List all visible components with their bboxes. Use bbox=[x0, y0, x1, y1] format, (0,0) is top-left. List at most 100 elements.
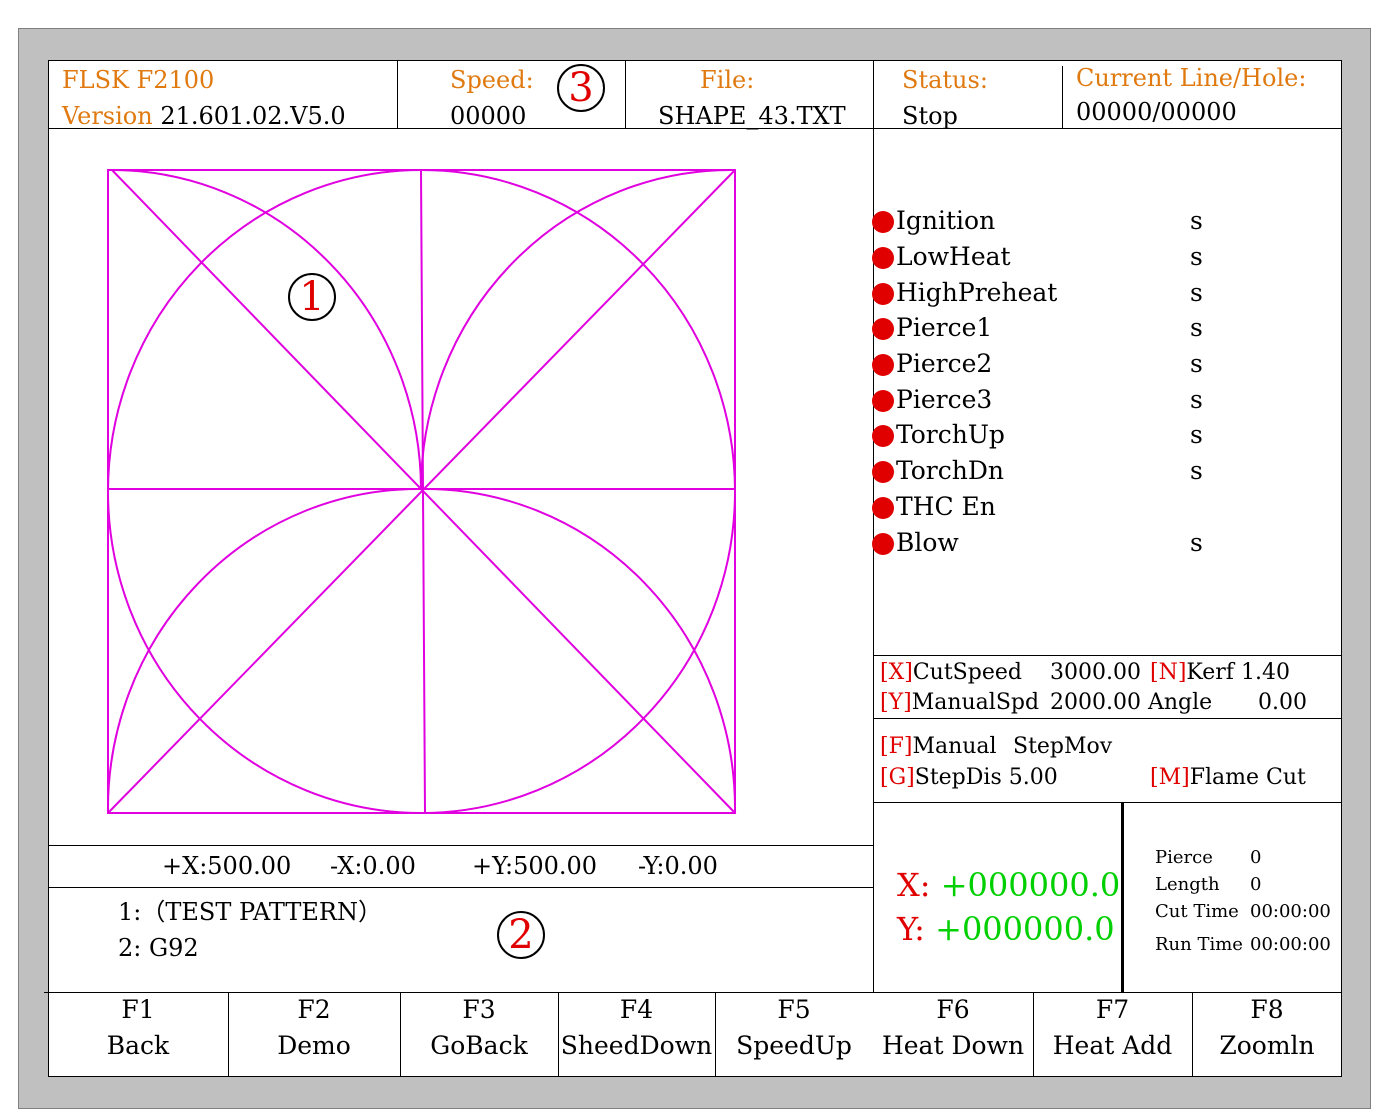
range-x-pos: +X:500.00 bbox=[162, 852, 292, 880]
range-divider bbox=[48, 887, 873, 888]
fkey-label: Back bbox=[106, 1031, 170, 1060]
fkey-key: F4 bbox=[619, 995, 654, 1024]
param-key: [G] bbox=[880, 765, 915, 790]
indicator-dot-icon bbox=[872, 533, 894, 555]
version-label: Version bbox=[62, 102, 153, 130]
x-coordinate: X: +000000.0 bbox=[897, 866, 1120, 904]
header-sep bbox=[1062, 66, 1063, 128]
f1-back-button[interactable]: F1 Back bbox=[48, 992, 228, 1076]
indicator-dot-icon bbox=[872, 425, 894, 447]
indicator-dot-icon bbox=[872, 497, 894, 519]
manual-mode-param[interactable]: [F]Manual bbox=[880, 734, 997, 760]
length-value: 0 bbox=[1250, 874, 1262, 895]
fkey-key: F5 bbox=[777, 995, 811, 1024]
stepdis-value: 5.00 bbox=[1008, 765, 1058, 790]
io-unit: s bbox=[1190, 528, 1203, 557]
fkey-key: F8 bbox=[1250, 995, 1284, 1024]
cut-time-value: 00:00:00 bbox=[1250, 901, 1331, 922]
status-value: Stop bbox=[902, 102, 958, 130]
fkey-key: F1 bbox=[121, 995, 155, 1024]
io-item: THC En bbox=[872, 491, 1272, 527]
cutspeed-param[interactable]: [X]CutSpeed bbox=[880, 660, 1022, 686]
fkey-label: Heat Down bbox=[881, 1031, 1025, 1060]
stepdis-param[interactable]: [G]StepDis 5.00 bbox=[880, 765, 1058, 791]
manualspd-param[interactable]: [Y]ManualSpd bbox=[880, 690, 1039, 716]
indicator-dot-icon bbox=[872, 354, 894, 376]
fkey-key: F6 bbox=[936, 995, 970, 1024]
f5-speed-up-button[interactable]: F5 SpeedUp bbox=[715, 992, 873, 1076]
cut-time-label: Cut Time bbox=[1155, 901, 1239, 922]
io-name: Pierce2 bbox=[896, 349, 993, 378]
param-label: CutSpeed bbox=[912, 660, 1022, 685]
kerf-param[interactable]: [N]Kerf 1.40 bbox=[1150, 660, 1290, 686]
fkey-key: F7 bbox=[1095, 995, 1130, 1024]
indicator-dot-icon bbox=[872, 318, 894, 340]
fkey-key: F2 bbox=[297, 995, 331, 1024]
io-item: LowHeat s bbox=[872, 241, 1272, 277]
y-value: +000000.0 bbox=[935, 910, 1115, 948]
run-time-label: Run Time bbox=[1155, 934, 1243, 955]
fkey-label: SpeedUp bbox=[736, 1031, 852, 1060]
y-coordinate: Y: +000000.0 bbox=[897, 910, 1115, 948]
params-divider bbox=[873, 718, 1342, 719]
io-unit: s bbox=[1190, 206, 1203, 235]
fkey-label: Demo bbox=[277, 1031, 351, 1060]
param-key: [N] bbox=[1150, 660, 1187, 685]
param-key: [F] bbox=[880, 734, 913, 759]
f7-heat-add-button[interactable]: F7 Heat Add bbox=[1033, 992, 1192, 1076]
param-key: [Y] bbox=[880, 690, 912, 715]
indicator-dot-icon bbox=[872, 461, 894, 483]
status-label: Status: bbox=[902, 66, 988, 94]
f6-heat-down-button[interactable]: F6 Heat Down bbox=[873, 992, 1033, 1076]
pierce-value: 0 bbox=[1250, 847, 1262, 868]
params-divider bbox=[873, 655, 1342, 656]
version-value: 21.601.02.V5.0 bbox=[160, 102, 346, 130]
param-label: Kerf bbox=[1186, 660, 1234, 685]
io-unit: s bbox=[1190, 385, 1203, 414]
f3-goback-button[interactable]: F3 GoBack bbox=[400, 992, 558, 1076]
indicator-dot-icon bbox=[872, 390, 894, 412]
x-label: X: bbox=[897, 866, 931, 904]
speed-value: 00000 bbox=[450, 102, 527, 130]
range-y-neg: -Y:0.00 bbox=[638, 852, 718, 880]
io-item: Pierce2 s bbox=[872, 348, 1272, 384]
param-label: StepDis bbox=[914, 765, 1002, 790]
f8-zoom-in-button[interactable]: F8 Zoomln bbox=[1192, 992, 1342, 1076]
io-unit: s bbox=[1190, 420, 1203, 449]
io-name: TorchUp bbox=[896, 420, 1005, 449]
version-line: Version 21.601.02.V5.0 bbox=[62, 102, 346, 130]
file-label: File: bbox=[700, 66, 755, 94]
length-label: Length bbox=[1155, 874, 1220, 895]
io-item: Pierce1 s bbox=[872, 312, 1272, 348]
param-label: ManualSpd bbox=[911, 690, 1040, 715]
f2-demo-button[interactable]: F2 Demo bbox=[228, 992, 400, 1076]
y-label: Y: bbox=[897, 910, 925, 948]
model-name: FLSK F2100 bbox=[62, 66, 215, 94]
io-item: TorchDn s bbox=[872, 455, 1272, 491]
cut-mode-param[interactable]: [M]Flame Cut bbox=[1150, 765, 1306, 791]
indicator-dot-icon bbox=[872, 247, 894, 269]
header-sep bbox=[625, 60, 626, 128]
io-name: HighPreheat bbox=[896, 278, 1058, 307]
f4-speed-down-button[interactable]: F4 SheedDown bbox=[558, 992, 715, 1076]
marker-3: 3 bbox=[557, 64, 605, 112]
io-item: Blow s bbox=[872, 527, 1272, 563]
speed-label: Speed: bbox=[450, 66, 534, 94]
io-name: LowHeat bbox=[896, 242, 1011, 271]
indicator-dot-icon bbox=[872, 283, 894, 305]
io-unit: s bbox=[1190, 456, 1203, 485]
io-unit: s bbox=[1190, 278, 1203, 307]
io-unit: s bbox=[1190, 242, 1203, 271]
angle-label: Angle bbox=[1148, 690, 1213, 715]
io-item: TorchUp s bbox=[872, 419, 1272, 455]
fkey-label: GoBack bbox=[430, 1031, 528, 1060]
cut-mode-value: Flame Cut bbox=[1189, 765, 1306, 790]
current-line-label: Current Line/Hole: bbox=[1076, 64, 1307, 92]
range-divider bbox=[48, 845, 873, 846]
program-line-2: 2: G92 bbox=[118, 934, 199, 962]
cutspeed-value: 3000.00 bbox=[1050, 660, 1141, 685]
io-item: Pierce3 s bbox=[872, 384, 1272, 420]
current-line-value: 00000/00000 bbox=[1076, 98, 1237, 126]
header-sep bbox=[397, 60, 398, 128]
marker-2: 2 bbox=[497, 911, 545, 959]
